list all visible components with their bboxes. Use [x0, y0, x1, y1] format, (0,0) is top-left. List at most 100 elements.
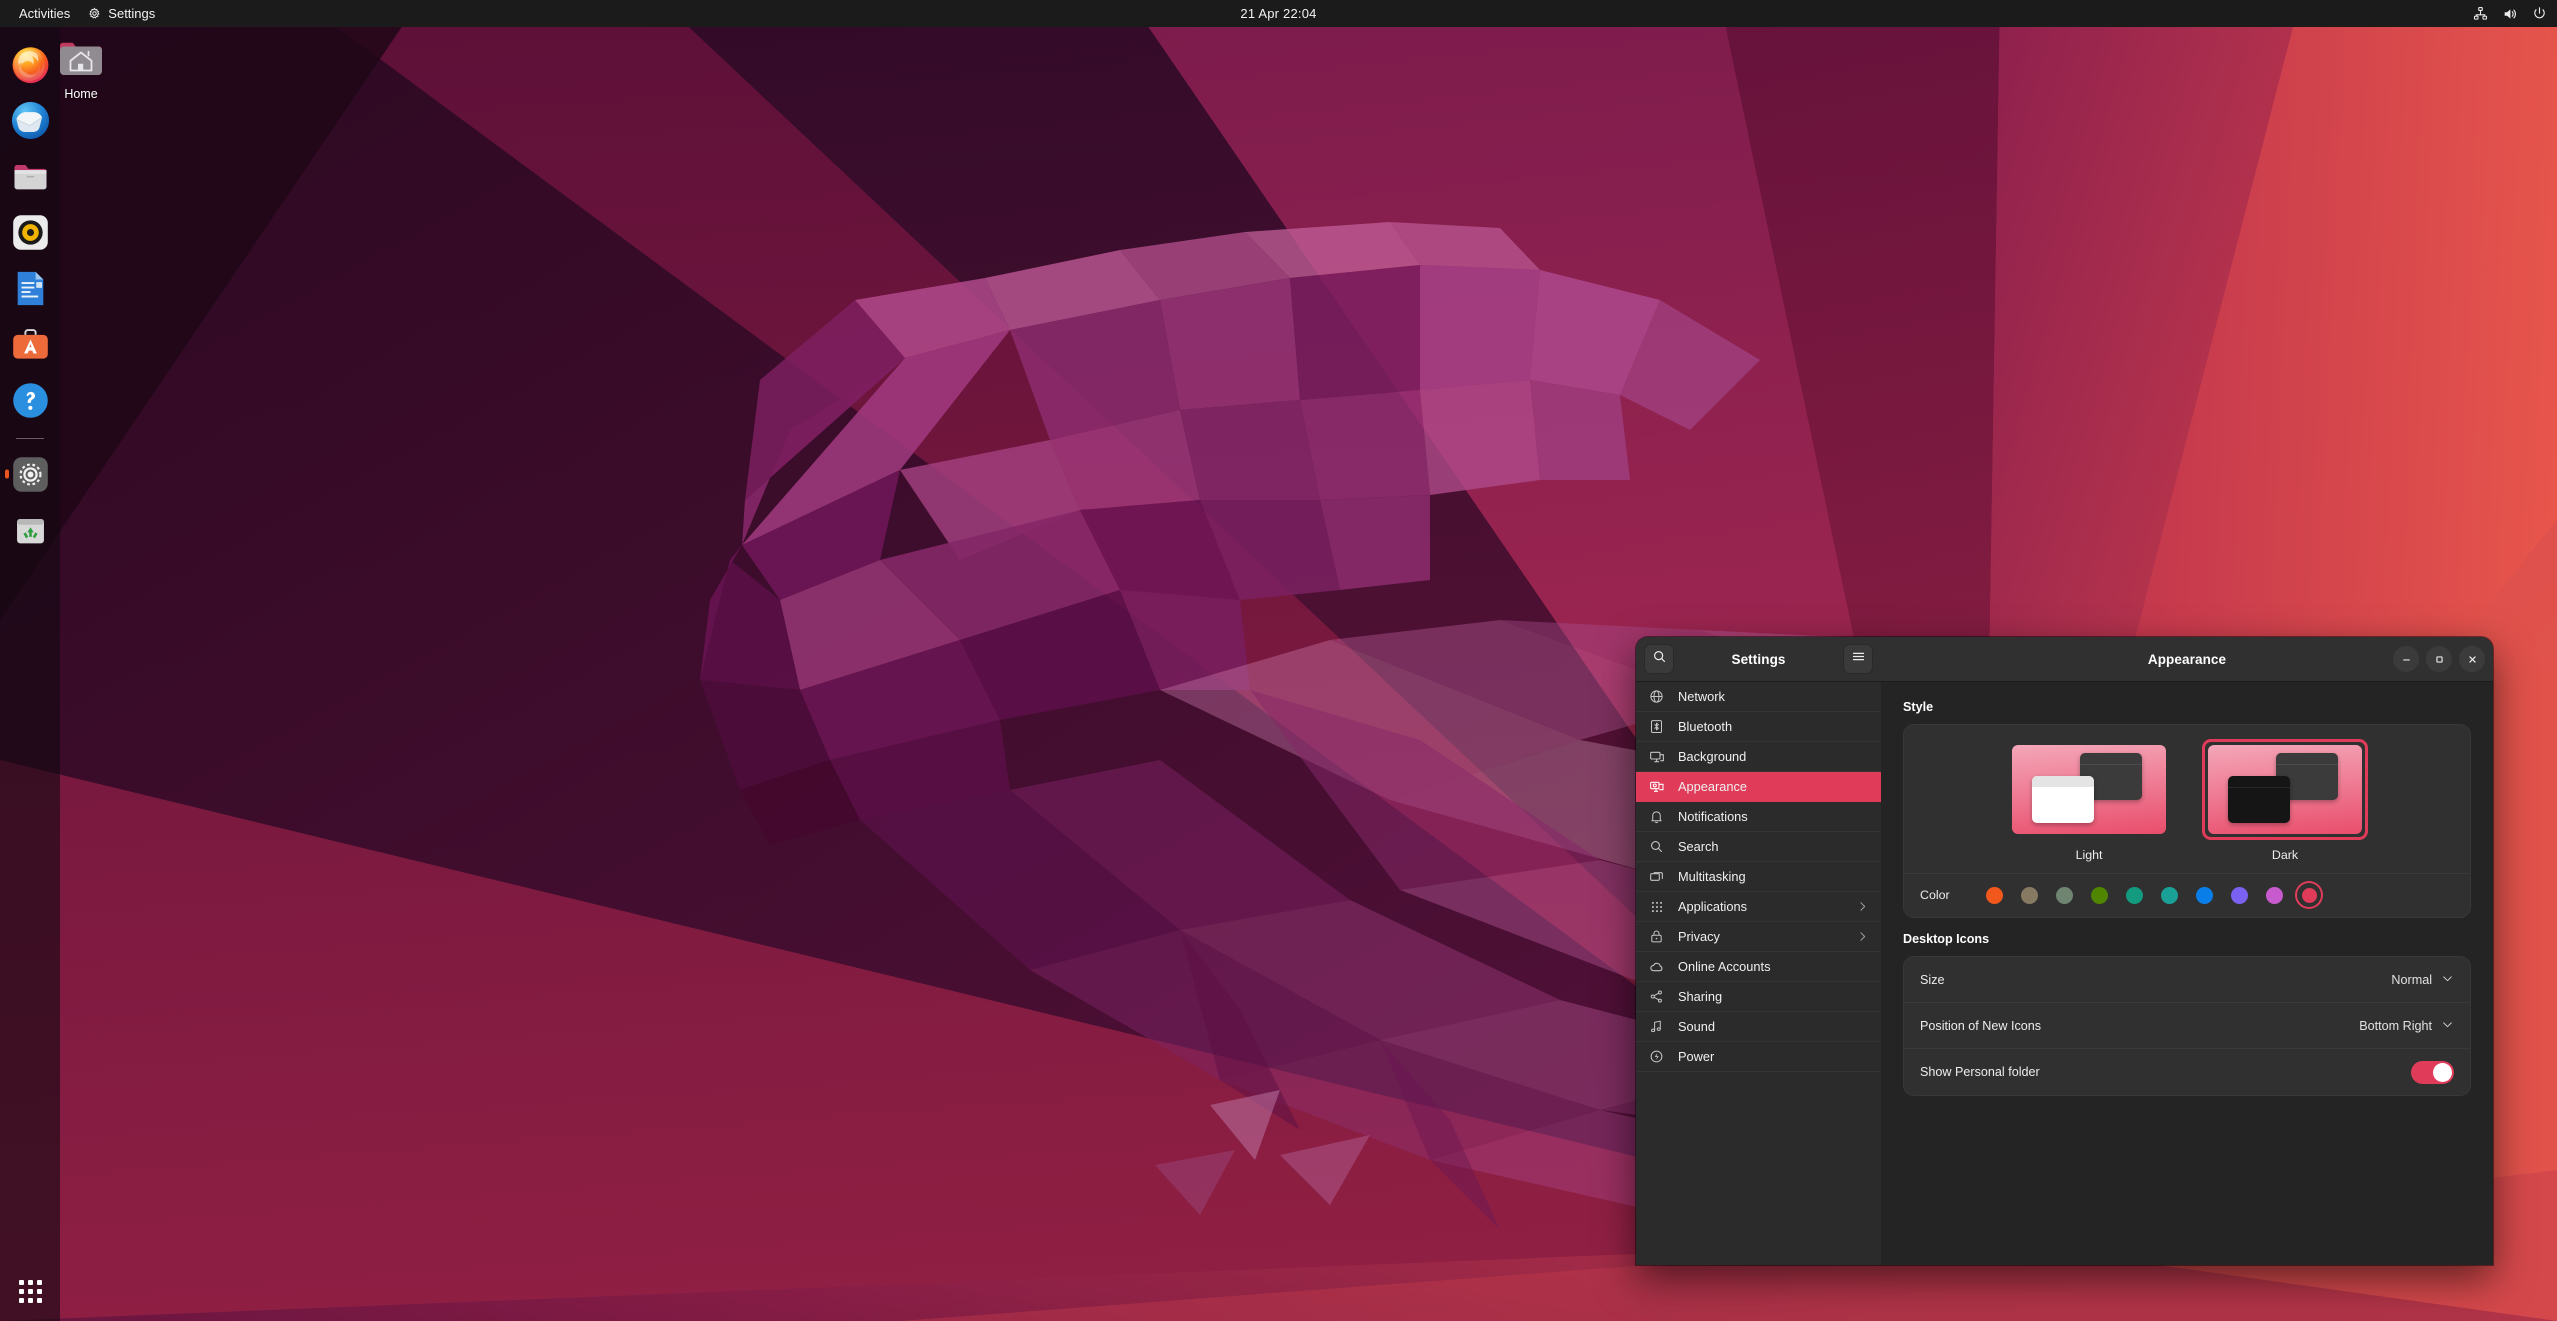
rhythmbox-icon	[12, 214, 48, 250]
color-swatch-magenta[interactable]	[2262, 883, 2286, 907]
style-label: Light	[2075, 848, 2103, 862]
color-swatch-viridian[interactable]	[2122, 883, 2146, 907]
dock-item-firefox[interactable]	[4, 38, 56, 90]
activities-label: Activities	[19, 6, 71, 21]
color-swatch-bark[interactable]	[2017, 883, 2041, 907]
sidebar-item-label: Online Accounts	[1678, 959, 1771, 974]
desktop-screen: Activities Settings 21 Apr 22:04 Home Se…	[0, 0, 2557, 1321]
sidebar-item-sharing[interactable]: Sharing	[1636, 982, 1881, 1012]
preview-window-front	[2032, 776, 2094, 823]
dock-item-settings[interactable]	[4, 448, 56, 500]
show-applications-button[interactable]	[10, 1271, 50, 1311]
chevron-right-icon	[1856, 900, 1869, 913]
appearance-content: Style Light Dark Color Desktop Icons Siz…	[1881, 682, 2493, 1265]
color-swatch-prussian-green[interactable]	[2157, 883, 2181, 907]
grid-icon	[18, 1279, 42, 1303]
style-option-light[interactable]: Light	[2003, 739, 2175, 873]
color-swatch-purple[interactable]	[2227, 883, 2251, 907]
show-personal-folder-toggle[interactable]	[2411, 1060, 2454, 1084]
desktop-icons-card: Size Normal Position of New Icons Bottom…	[1903, 956, 2471, 1096]
sidebar-item-search[interactable]: Search	[1636, 832, 1881, 862]
clock-button[interactable]: 21 Apr 22:04	[1240, 6, 1316, 21]
sidebar-item-online-accounts[interactable]: Online Accounts	[1636, 952, 1881, 982]
window-header: Settings Appearance	[1636, 637, 2493, 682]
row-position-of-new-icons[interactable]: Position of New Icons Bottom Right	[1904, 1003, 2470, 1049]
sidebar-item-privacy[interactable]: Privacy	[1636, 922, 1881, 952]
dock-item-rhythmbox[interactable]	[4, 206, 56, 258]
position-dropdown[interactable]: Bottom Right	[2359, 1018, 2454, 1034]
libreoffice-writer-icon	[17, 271, 43, 305]
search-button[interactable]	[1644, 644, 1674, 674]
dark-preview	[2208, 745, 2362, 834]
help-icon	[12, 382, 48, 418]
app-menu-label: Settings	[108, 6, 156, 21]
search-icon	[1652, 649, 1667, 669]
window-controls	[2393, 646, 2485, 672]
sidebar-item-bluetooth[interactable]: Bluetooth	[1636, 712, 1881, 742]
bluetooth-icon	[1648, 718, 1665, 735]
color-swatch-sage[interactable]	[2052, 883, 2076, 907]
row-icon-size[interactable]: Size Normal	[1904, 957, 2470, 1003]
style-card: Light Dark Color	[1903, 724, 2471, 918]
system-status-area[interactable]	[2473, 6, 2547, 22]
dark-thumbnail-frame	[2202, 739, 2368, 840]
firefox-icon	[12, 46, 48, 83]
search-icon	[1648, 838, 1665, 855]
size-value: Normal	[2391, 972, 2432, 987]
sidebar-item-appearance[interactable]: Appearance	[1636, 772, 1881, 802]
color-swatch-orange[interactable]	[1982, 883, 2006, 907]
minimize-button[interactable]	[2393, 646, 2419, 672]
sidebar-item-label: Appearance	[1678, 779, 1748, 794]
chevron-right-icon	[1856, 930, 1869, 943]
sidebar-item-label: Applications	[1678, 899, 1748, 914]
sidebar-item-multitasking[interactable]: Multitasking	[1636, 862, 1881, 892]
chevron-down-icon	[2441, 1018, 2454, 1034]
row-label: Size	[1920, 972, 1945, 987]
home-folder-icon	[60, 42, 102, 75]
settings-sidebar: Network Bluetooth Background Appearance …	[1636, 682, 1881, 1265]
size-dropdown[interactable]: Normal	[2391, 972, 2454, 988]
activities-button[interactable]: Activities	[10, 4, 79, 23]
color-swatch-olive[interactable]	[2087, 883, 2111, 907]
row-show-personal-folder[interactable]: Show Personal folder	[1904, 1049, 2470, 1095]
settings-window: Settings Appearance Network Bluetooth Ba…	[1636, 637, 2493, 1265]
dock-item-thunderbird[interactable]	[4, 94, 56, 146]
running-indicator	[5, 469, 9, 479]
dock-separator	[16, 438, 44, 439]
lock-icon	[1648, 928, 1665, 945]
light-preview	[2012, 745, 2166, 834]
row-label: Show Personal folder	[1920, 1065, 2040, 1079]
dock-item-files[interactable]	[4, 150, 56, 202]
style-option-dark[interactable]: Dark	[2199, 739, 2371, 873]
dock-item-trash[interactable]	[4, 504, 56, 556]
color-swatch-red[interactable]	[2297, 883, 2321, 907]
dock-item-libreoffice-writer[interactable]	[4, 262, 56, 314]
dock-item-help[interactable]	[4, 374, 56, 426]
sidebar-header: Settings	[1636, 637, 1881, 682]
sidebar-item-label: Background	[1678, 749, 1747, 764]
close-button[interactable]	[2459, 646, 2485, 672]
sidebar-item-power[interactable]: Power	[1636, 1042, 1881, 1072]
share-icon	[1648, 988, 1665, 1005]
dock-item-ubuntu-software[interactable]	[4, 318, 56, 370]
network-wired-icon	[2473, 6, 2488, 21]
sidebar-item-sound[interactable]: Sound	[1636, 1012, 1881, 1042]
toggle-knob	[2433, 1062, 2452, 1082]
sidebar-item-label: Notifications	[1678, 809, 1748, 824]
sidebar-item-background[interactable]: Background	[1636, 742, 1881, 772]
window-body: Network Bluetooth Background Appearance …	[1636, 682, 2493, 1265]
style-options: Light Dark	[1920, 739, 2454, 873]
sidebar-title: Settings	[1731, 651, 1786, 667]
sidebar-item-applications[interactable]: Applications	[1636, 892, 1881, 922]
sidebar-item-notifications[interactable]: Notifications	[1636, 802, 1881, 832]
color-swatch-blue[interactable]	[2192, 883, 2216, 907]
sidebar-item-network[interactable]: Network	[1636, 682, 1881, 712]
ubuntu-software-icon	[12, 328, 48, 359]
power-icon	[2532, 6, 2547, 21]
maximize-button[interactable]	[2426, 646, 2452, 672]
accent-color-swatches	[1982, 883, 2321, 907]
main-menu-button[interactable]	[1843, 644, 1873, 674]
app-menu-button[interactable]: Settings	[79, 4, 164, 23]
position-value: Bottom Right	[2359, 1018, 2432, 1033]
cloud-icon	[1648, 958, 1665, 975]
